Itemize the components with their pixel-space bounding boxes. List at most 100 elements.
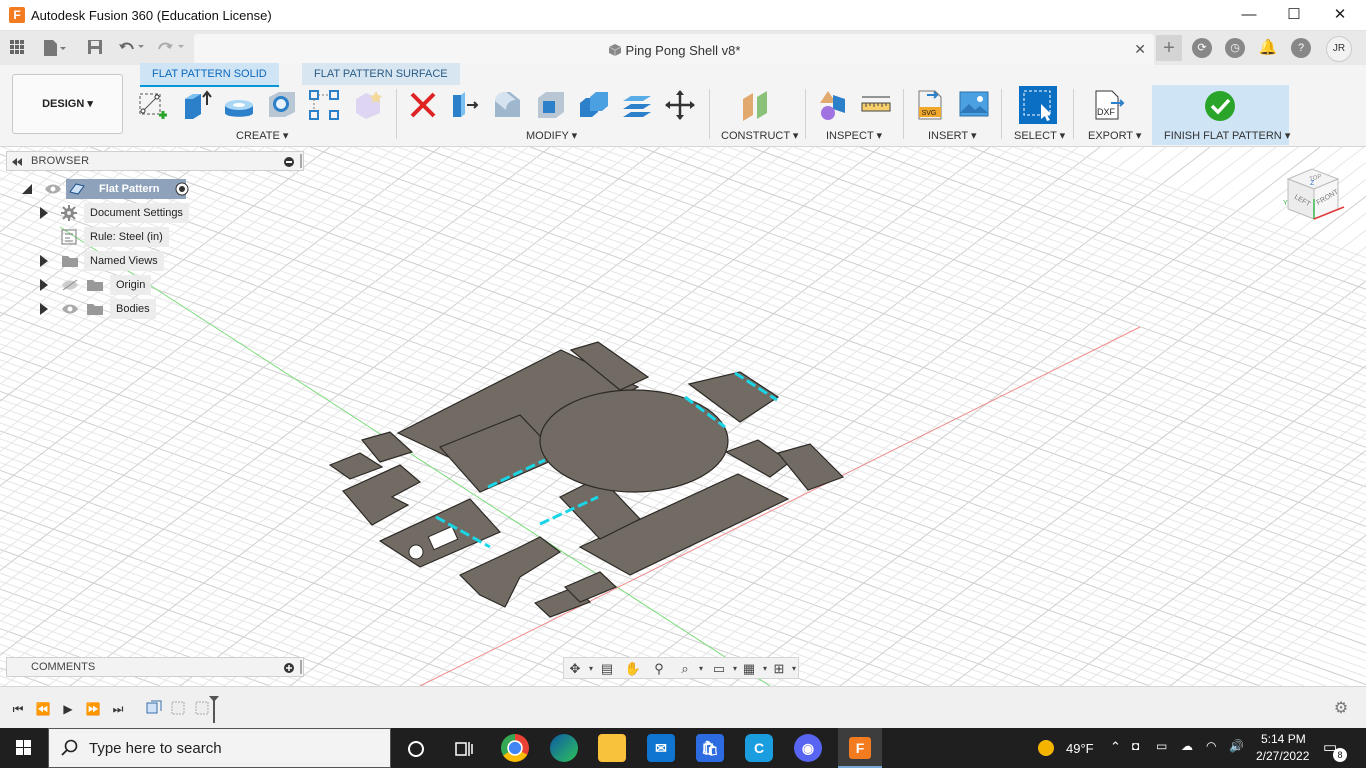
hidden-eye-icon[interactable] (61, 279, 79, 291)
maximize-button[interactable]: ☐ (1274, 4, 1314, 26)
3d-viewport[interactable] (0, 147, 1366, 686)
file-menu-icon[interactable] (42, 39, 66, 57)
notifications-bell-icon[interactable]: 🔔 (1258, 38, 1278, 58)
add-comment-icon[interactable] (283, 662, 295, 674)
taskbar-search-input[interactable]: Type here to search (48, 728, 391, 768)
clock-date[interactable]: 2/27/2022 (1256, 749, 1309, 763)
finish-flat-pattern-button[interactable]: FINISH FLAT PATTERN ▾ (1164, 129, 1290, 142)
expand-triangle-icon[interactable] (40, 303, 48, 315)
task-view-icon[interactable] (453, 738, 475, 760)
undo-icon[interactable] (118, 39, 144, 57)
export-menu[interactable]: EXPORT ▾ (1088, 129, 1141, 142)
viewports-dropdown-icon[interactable]: ▾ (785, 661, 803, 677)
insert-canvas-icon[interactable] (958, 89, 990, 121)
hole-icon[interactable] (266, 89, 298, 121)
timeline-settings-gear-icon[interactable]: ⚙ (1332, 701, 1350, 717)
timeline-feature-icon[interactable] (170, 700, 186, 716)
export-dxf-icon[interactable]: DXF (1093, 89, 1125, 121)
view-cube[interactable]: TOP LEFT FRONT Z Y (1282, 165, 1352, 230)
timeline-feature-flat-icon[interactable] (146, 700, 162, 716)
press-pull-icon[interactable] (449, 89, 481, 121)
visibility-eye-icon[interactable] (44, 183, 62, 195)
offset-face-icon[interactable] (621, 89, 653, 121)
tree-item-bodies[interactable]: Bodies (38, 299, 198, 319)
minimize-button[interactable]: — (1229, 4, 1269, 26)
panel-resize-handle[interactable] (300, 154, 302, 168)
tree-item-flat-pattern[interactable]: Flat Pattern (20, 179, 200, 199)
play-icon[interactable]: ▶ (59, 701, 77, 717)
onedrive-icon[interactable]: ☁ (1181, 739, 1193, 753)
step-forward-icon[interactable]: ⏩ (84, 701, 102, 717)
fusion-taskbar-icon[interactable]: F (838, 728, 882, 768)
tree-item-rule[interactable]: Rule: Steel (in) (38, 227, 198, 247)
fillet-icon[interactable] (492, 89, 524, 121)
cortana-icon[interactable] (405, 738, 427, 760)
look-at-icon[interactable]: ▤ (598, 661, 616, 677)
clock-time[interactable]: 5:14 PM (1261, 732, 1306, 746)
meet-now-icon[interactable]: ◘ (1132, 739, 1139, 753)
pan-hand-icon[interactable]: ✋ (624, 661, 642, 677)
construct-menu[interactable]: CONSTRUCT ▾ (721, 129, 798, 142)
finish-checkmark-icon[interactable] (1204, 90, 1236, 122)
panel-resize-handle[interactable] (300, 660, 302, 674)
step-back-icon[interactable]: ⏪ (34, 701, 52, 717)
modify-menu[interactable]: MODIFY ▾ (526, 129, 577, 142)
document-tab[interactable]: Ping Pong Shell v8* ✕ (194, 34, 1154, 65)
tab-flat-pattern-surface[interactable]: FLAT PATTERN SURFACE (302, 63, 460, 85)
shell-icon[interactable] (535, 89, 567, 121)
webex-app-icon[interactable]: C (745, 734, 773, 762)
chrome-app-icon[interactable] (501, 734, 529, 762)
windows-start-icon[interactable] (0, 728, 48, 768)
close-window-button[interactable]: ✕ (1320, 4, 1360, 26)
minimize-panel-icon[interactable] (283, 156, 295, 168)
move-icon[interactable] (664, 89, 696, 121)
file-explorer-icon[interactable] (598, 734, 626, 762)
window-select-icon[interactable] (1019, 86, 1057, 124)
redo-icon[interactable] (158, 39, 184, 57)
tree-item-document-settings[interactable]: Document Settings (38, 203, 198, 223)
new-tab-icon[interactable]: + (1156, 35, 1182, 61)
measure-icon[interactable] (860, 89, 892, 121)
comments-panel-header[interactable]: COMMENTS (6, 657, 304, 677)
combine-icon[interactable] (578, 89, 610, 121)
activate-radio-icon[interactable] (175, 182, 189, 196)
extrude-icon[interactable] (181, 89, 213, 121)
close-tab-button[interactable]: ✕ (1134, 41, 1146, 58)
collapse-triangle-icon[interactable] (20, 183, 34, 195)
sketch-icon[interactable] (137, 89, 169, 121)
finish-flat-pattern-group[interactable]: FINISH FLAT PATTERN ▾ (1152, 85, 1290, 145)
timeline-marker[interactable] (208, 695, 220, 725)
insert-menu[interactable]: INSERT ▾ (928, 129, 977, 142)
weather-sun-icon[interactable] (1036, 738, 1056, 758)
inspect-menu[interactable]: INSPECT ▾ (826, 129, 882, 142)
visibility-eye-icon[interactable] (61, 303, 79, 315)
go-to-start-icon[interactable]: ⏮ (9, 701, 27, 717)
show-hidden-icons[interactable]: ⌃ (1110, 739, 1121, 755)
expand-triangle-icon[interactable] (40, 255, 48, 267)
store-app-icon[interactable]: 🛍 (696, 734, 724, 762)
mail-app-icon[interactable]: ✉ (647, 734, 675, 762)
help-icon[interactable]: ? (1291, 38, 1311, 58)
volume-icon[interactable]: 🔊 (1229, 739, 1244, 753)
apps-grid-icon[interactable] (8, 39, 26, 57)
weather-temperature[interactable]: 49°F (1066, 741, 1094, 756)
go-to-end-icon[interactable]: ⏭ (109, 701, 127, 717)
zoom-icon[interactable]: ⚲ (650, 661, 668, 677)
tree-item-origin[interactable]: Origin (38, 275, 198, 295)
zebra-analysis-icon[interactable] (817, 89, 849, 121)
edge-app-icon[interactable] (550, 734, 578, 762)
job-status-icon[interactable]: ◷ (1225, 38, 1245, 58)
insert-svg-icon[interactable]: SVG (915, 89, 947, 121)
user-avatar[interactable]: JR (1326, 36, 1352, 62)
save-icon[interactable] (86, 39, 104, 57)
discord-app-icon[interactable]: ◉ (794, 734, 822, 762)
browser-panel-header[interactable]: BROWSER (6, 151, 304, 171)
create-menu[interactable]: CREATE ▾ (236, 129, 288, 142)
canvas-grid[interactable] (0, 147, 1366, 686)
battery-icon[interactable]: ▭ (1156, 739, 1167, 753)
revolve-icon[interactable] (223, 89, 255, 121)
pattern-icon[interactable] (308, 89, 340, 121)
collapse-panel-icon[interactable] (11, 156, 23, 168)
delete-icon[interactable] (407, 89, 439, 121)
expand-triangle-icon[interactable] (40, 207, 48, 219)
